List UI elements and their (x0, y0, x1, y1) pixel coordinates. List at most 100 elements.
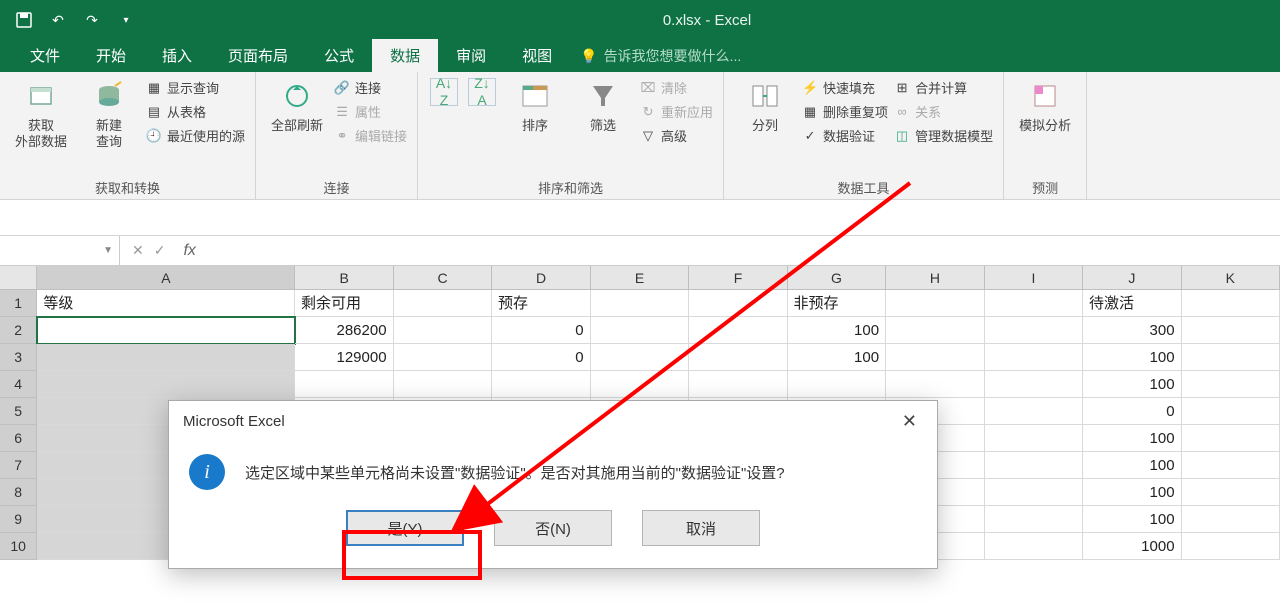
cell[interactable] (689, 290, 788, 317)
cell[interactable] (1182, 317, 1280, 344)
cell[interactable] (394, 371, 493, 398)
cell[interactable] (37, 344, 295, 371)
column-header[interactable]: J (1083, 266, 1181, 289)
save-icon[interactable] (8, 6, 40, 34)
new-query-button[interactable]: 新建 查询 (78, 78, 140, 151)
tab-review[interactable]: 审阅 (438, 39, 504, 72)
edit-links-button[interactable]: ⚭编辑链接 (334, 126, 407, 145)
column-header[interactable]: D (492, 266, 590, 289)
cell[interactable] (37, 317, 295, 344)
row-header[interactable]: 1 (0, 290, 37, 317)
tab-formula[interactable]: 公式 (306, 39, 372, 72)
cell[interactable]: 1000 (1083, 533, 1182, 560)
column-header[interactable]: A (37, 266, 295, 289)
tell-me[interactable]: 💡 告诉我您想要做什么... (570, 40, 751, 72)
cell[interactable] (394, 317, 493, 344)
cell[interactable] (1182, 452, 1280, 479)
cell[interactable] (985, 506, 1084, 533)
cell[interactable]: 100 (788, 317, 887, 344)
cell[interactable] (1182, 479, 1280, 506)
cell[interactable] (985, 452, 1084, 479)
connections-button[interactable]: 🔗连接 (334, 78, 407, 97)
sort-button[interactable]: 排序 (504, 78, 566, 134)
refresh-all-button[interactable]: 全部刷新 (266, 78, 328, 134)
column-header[interactable]: H (886, 266, 984, 289)
cell[interactable]: 0 (1083, 398, 1182, 425)
sort-asc-button[interactable]: A↓Z (428, 78, 460, 110)
advanced-filter-button[interactable]: ▽高级 (640, 126, 713, 145)
recent-sources-button[interactable]: 🕘最近使用的源 (146, 126, 245, 145)
cancel-button[interactable]: 取消 (642, 510, 760, 546)
cell[interactable]: 100 (1083, 344, 1182, 371)
cell[interactable] (591, 317, 690, 344)
cell[interactable] (788, 371, 887, 398)
cell[interactable] (1182, 425, 1280, 452)
chevron-down-icon[interactable]: ▼ (103, 245, 113, 256)
cell[interactable] (1182, 506, 1280, 533)
cell[interactable] (985, 479, 1084, 506)
clear-filter-button[interactable]: ⌧清除 (640, 78, 713, 97)
name-box[interactable]: ▼ (0, 236, 120, 265)
cancel-icon[interactable]: ✕ (132, 242, 144, 259)
cell[interactable]: 100 (1083, 371, 1182, 398)
tab-insert[interactable]: 插入 (144, 39, 210, 72)
cell[interactable] (985, 425, 1084, 452)
column-header[interactable]: E (591, 266, 689, 289)
cell[interactable] (394, 290, 493, 317)
cell[interactable] (689, 371, 788, 398)
row-header[interactable]: 8 (0, 479, 37, 506)
consolidate-button[interactable]: ⊞合并计算 (894, 78, 993, 97)
cell[interactable] (985, 371, 1084, 398)
cell[interactable]: 100 (788, 344, 887, 371)
cell[interactable]: 待激活 (1083, 290, 1182, 317)
data-validation-button[interactable]: ✓数据验证 (802, 126, 888, 145)
tab-home[interactable]: 开始 (78, 39, 144, 72)
cell[interactable] (985, 533, 1084, 560)
cell[interactable]: 剩余可用 (295, 290, 394, 317)
undo-icon[interactable]: ↶ (42, 6, 74, 34)
cell[interactable] (1182, 533, 1280, 560)
tab-file[interactable]: 文件 (12, 39, 78, 72)
redo-icon[interactable]: ↷ (76, 6, 108, 34)
cell[interactable]: 300 (1083, 317, 1182, 344)
cell[interactable]: 0 (492, 317, 591, 344)
sort-desc-button[interactable]: Z↓A (466, 78, 498, 110)
cell[interactable] (886, 290, 985, 317)
cell[interactable] (591, 344, 690, 371)
column-header[interactable]: C (394, 266, 492, 289)
cell[interactable]: 100 (1083, 452, 1182, 479)
cell[interactable] (985, 317, 1084, 344)
whatif-button[interactable]: 模拟分析 (1014, 78, 1076, 134)
cell[interactable] (886, 371, 985, 398)
data-model-button[interactable]: ◫管理数据模型 (894, 126, 993, 145)
yes-button[interactable]: 是(Y) (346, 510, 464, 546)
cell[interactable] (689, 317, 788, 344)
cell[interactable] (985, 398, 1084, 425)
cell[interactable] (295, 371, 394, 398)
cell[interactable]: 129000 (295, 344, 394, 371)
properties-button[interactable]: ☰属性 (334, 102, 407, 121)
cell[interactable] (591, 371, 690, 398)
tab-view[interactable]: 视图 (504, 39, 570, 72)
cell[interactable]: 0 (492, 344, 591, 371)
column-header[interactable]: I (985, 266, 1083, 289)
filter-button[interactable]: 筛选 (572, 78, 634, 134)
cell[interactable] (492, 371, 591, 398)
no-button[interactable]: 否(N) (494, 510, 612, 546)
remove-duplicates-button[interactable]: ▦删除重复项 (802, 102, 888, 121)
relationships-button[interactable]: ∞关系 (894, 102, 993, 121)
row-header[interactable]: 5 (0, 398, 37, 425)
cell[interactable] (985, 290, 1084, 317)
cell[interactable]: 预存 (492, 290, 591, 317)
cell[interactable] (37, 371, 295, 398)
from-table-button[interactable]: ▤从表格 (146, 102, 245, 121)
row-header[interactable]: 4 (0, 371, 37, 398)
show-queries-button[interactable]: ▦显示查询 (146, 78, 245, 97)
column-header[interactable]: F (689, 266, 787, 289)
row-header[interactable]: 3 (0, 344, 37, 371)
cell[interactable] (985, 344, 1084, 371)
formula-input[interactable] (202, 236, 1280, 265)
cell[interactable] (394, 344, 493, 371)
cell[interactable] (1182, 344, 1280, 371)
row-header[interactable]: 6 (0, 425, 37, 452)
